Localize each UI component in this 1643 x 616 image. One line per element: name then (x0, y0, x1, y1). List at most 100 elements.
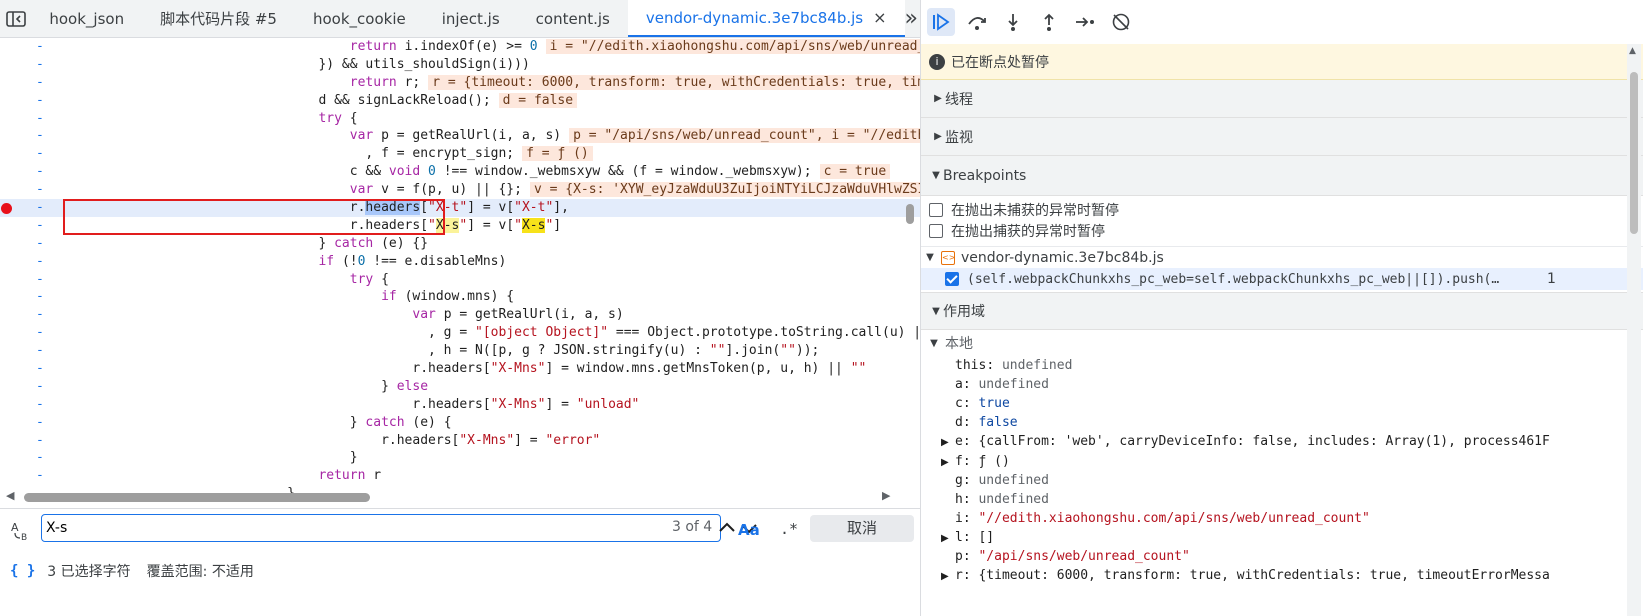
line-gutter[interactable]: - (0, 271, 66, 289)
find-input[interactable] (46, 518, 626, 538)
previous-match-icon[interactable] (717, 517, 737, 539)
line-gutter[interactable]: - (0, 199, 66, 217)
editor-horizontal-scrollbar[interactable]: ◀ ▶ (0, 488, 912, 506)
line-gutter[interactable]: - (0, 288, 66, 306)
step-into-button[interactable] (999, 8, 1027, 36)
code-line[interactable]: - } catch (e) { (0, 414, 960, 432)
cancel-button[interactable]: 取消 (810, 515, 914, 542)
editor-vertical-scrollbar[interactable] (904, 40, 916, 488)
line-gutter[interactable]: - (0, 38, 66, 56)
replace-toggle-icon[interactable]: A B (10, 519, 32, 543)
scope-variable[interactable]: ▶ l: [] (921, 528, 1643, 547)
line-gutter[interactable]: - (0, 163, 66, 181)
code-editor[interactable]: - return i.indexOf(e) >= 0 i = "//edith.x… (0, 38, 960, 508)
line-gutter[interactable]: - (0, 396, 66, 414)
code-line[interactable]: - , h = N([p, g ? JSON.stringify(u) : ""… (0, 342, 960, 360)
scope-variable[interactable]: ▶ f: ƒ () (921, 452, 1643, 471)
step-out-button[interactable] (1035, 8, 1063, 36)
code-line[interactable]: - var p = getRealUrl(i, a, s) (0, 306, 960, 324)
code-line[interactable]: - var p = getRealUrl(i, a, s) p = "/api/s… (0, 127, 960, 145)
scope-variable[interactable]: this: undefined (921, 356, 1643, 375)
breakpoint-marker-icon[interactable] (1, 203, 12, 215)
tab-inject-js[interactable]: inject.js (424, 0, 518, 37)
code-line[interactable]: - try { (0, 271, 960, 289)
line-gutter[interactable]: - (0, 145, 66, 163)
line-gutter[interactable]: - (0, 217, 66, 235)
scroll-thumb[interactable] (1630, 72, 1638, 234)
tab-snippet-5[interactable]: 脚本代码片段 #5 (142, 0, 295, 37)
code-line[interactable]: - if (!0 !== e.disableMns) (0, 253, 960, 271)
line-gutter[interactable]: - (0, 306, 66, 324)
toggle-navigator-button[interactable] (0, 0, 31, 37)
step-button[interactable] (1071, 8, 1099, 36)
expand-triangle-icon[interactable]: ▶ (941, 453, 955, 472)
scroll-thumb[interactable] (906, 204, 914, 224)
section-scope[interactable]: ▼ 作用域 (921, 292, 1643, 330)
line-gutter[interactable]: - (0, 360, 66, 378)
step-over-button[interactable] (963, 8, 991, 36)
line-gutter[interactable]: - (0, 414, 66, 432)
code-line[interactable]: - } (0, 449, 960, 467)
code-line[interactable]: - if (window.mns) { (0, 288, 960, 306)
breakpoint-file-row[interactable]: ▼ <> vendor-dynamic.3e7bc84b.js (921, 246, 1643, 268)
code-line[interactable]: - return r (0, 467, 960, 485)
code-line[interactable]: - }) && utils_shouldSign(i))) (0, 56, 960, 74)
match-case-button[interactable]: Aa (738, 521, 760, 539)
pause-uncaught-checkbox[interactable] (929, 202, 943, 217)
line-gutter[interactable]: - (0, 342, 66, 360)
line-gutter[interactable]: - (0, 253, 66, 271)
section-breakpoints[interactable]: ▼ Breakpoints (921, 156, 1643, 196)
expand-triangle-icon[interactable]: ▶ (941, 567, 955, 586)
code-line[interactable]: - , f = encrypt_sign; f = ƒ () (0, 145, 960, 163)
code-line[interactable]: - r.headers["X-Mns"] = "error" (0, 432, 960, 450)
line-gutter[interactable]: - (0, 181, 66, 199)
breakpoint-item[interactable]: (self.webpackChunkxhs_pc_web=self.webpac… (921, 268, 1643, 290)
tab-content-js[interactable]: content.js (518, 0, 628, 37)
code-line[interactable]: - d && signLackReload(); d = false (0, 92, 960, 110)
scroll-up-icon[interactable]: ▲ (1629, 46, 1636, 56)
regex-button[interactable]: .* (780, 520, 798, 538)
line-gutter[interactable]: - (0, 74, 66, 92)
code-line[interactable]: - c && void 0 !== window._webmsxyw && (f… (0, 163, 960, 181)
expand-triangle-icon[interactable]: ▶ (941, 433, 955, 452)
scroll-right-icon[interactable]: ▶ (882, 489, 890, 502)
code-line[interactable]: - var v = f(p, u) || {}; v = {X-s: 'XYW_e… (0, 181, 960, 199)
code-line[interactable]: - } else (0, 378, 960, 396)
expand-triangle-icon[interactable]: ▶ (941, 529, 955, 548)
line-gutter[interactable]: - (0, 127, 66, 145)
code-line[interactable]: - try { (0, 110, 960, 128)
scope-local-header[interactable]: ▼ 本地 (921, 333, 1643, 353)
scope-variable[interactable]: c: true (921, 394, 1643, 413)
code-line[interactable]: - } catch (e) {} (0, 235, 960, 253)
scroll-left-icon[interactable]: ◀ (6, 489, 14, 502)
scope-variable[interactable]: i: "//edith.xiaohongshu.com/api/sns/web/… (921, 509, 1643, 528)
pause-caught-checkbox[interactable] (929, 223, 943, 238)
scope-variable[interactable]: ▶ e: {callFrom: 'web', carryDeviceInfo: f… (921, 432, 1643, 451)
pause-uncaught-row[interactable]: 在抛出未捕获的异常时暂停 (921, 199, 1643, 220)
line-gutter[interactable]: - (0, 324, 66, 342)
line-gutter[interactable]: - (0, 449, 66, 467)
scope-variable[interactable]: d: false (921, 413, 1643, 432)
pause-caught-row[interactable]: 在抛出捕获的异常时暂停 (921, 220, 1643, 241)
scope-variable[interactable]: p: "/api/sns/web/unread_count" (921, 547, 1643, 566)
line-gutter[interactable]: - (0, 235, 66, 253)
sidebar-scrollbar[interactable]: ▲ (1627, 44, 1641, 616)
scope-variable[interactable]: ▶ r: {timeout: 6000, transform: true, wit… (921, 566, 1643, 585)
tab-hook-cookie[interactable]: hook_cookie (295, 0, 424, 37)
tab-vendor-dynamic[interactable]: vendor-dynamic.3e7bc84b.js × (627, 0, 905, 37)
scope-variable[interactable]: a: undefined (921, 375, 1643, 394)
code-line[interactable]: - r.headers["X-Mns"] = window.mns.getMns… (0, 360, 960, 378)
resume-button[interactable] (927, 8, 955, 36)
scope-variable[interactable]: h: undefined (921, 490, 1643, 509)
more-tabs-icon[interactable]: » (905, 6, 918, 31)
code-line[interactable]: - , g = "[object Object]" === Object.pro… (0, 324, 960, 342)
line-gutter[interactable]: - (0, 110, 66, 128)
section-threads[interactable]: ▶ 线程 (921, 80, 1643, 118)
code-line[interactable]: - return i.indexOf(e) >= 0 i = "//edith.x… (0, 38, 960, 56)
code-line[interactable]: - r.headers["X-t"] = v["X-t"], (0, 199, 960, 217)
close-tab-icon[interactable]: × (873, 8, 886, 27)
code-line[interactable]: - r.headers["X-s"] = v["X-s"] (0, 217, 960, 235)
pretty-print-icon[interactable]: { } (10, 563, 35, 579)
line-gutter[interactable]: - (0, 378, 66, 396)
line-gutter[interactable]: - (0, 432, 66, 450)
